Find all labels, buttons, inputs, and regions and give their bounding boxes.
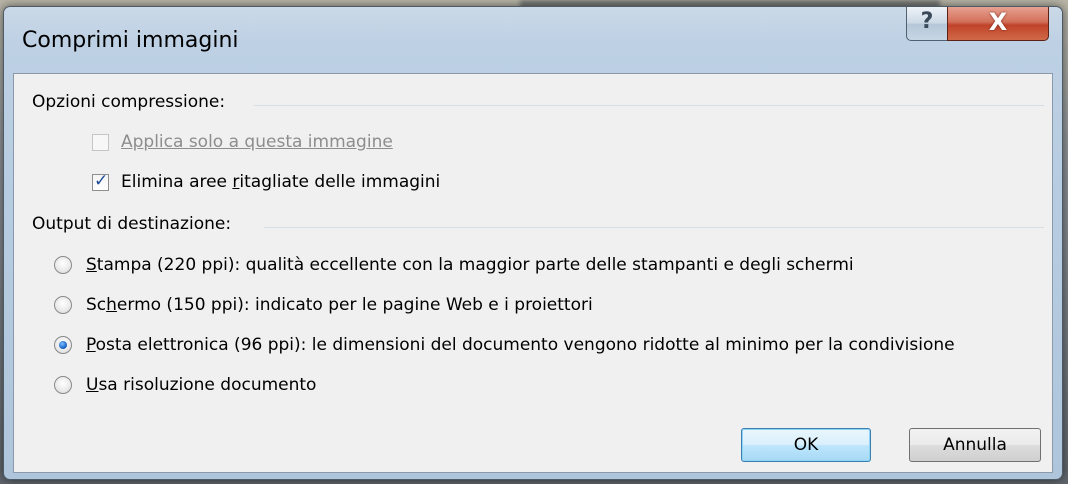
- help-button[interactable]: ?: [906, 7, 948, 41]
- delete-cropped-areas-label[interactable]: Elimina aree ritagliate delle immagini: [121, 172, 440, 192]
- compression-options-label: Opzioni compressione:: [32, 92, 234, 112]
- print-text: tampa (220 ppi): qualità eccellente con …: [96, 255, 854, 275]
- print-label[interactable]: Stampa (220 ppi): qualità eccellente con…: [86, 255, 854, 275]
- target-output-label: Output di destinazione:: [32, 214, 240, 234]
- radio-selected-dot: [59, 341, 67, 349]
- email-radio[interactable]: [54, 336, 72, 354]
- email-label[interactable]: Posta elettronica (96 ppi): le dimension…: [86, 335, 955, 355]
- delete-cropped-areas-checkbox[interactable]: ✓: [92, 170, 109, 191]
- apply-only-this-picture-label: Applica solo a questa immagine: [121, 132, 393, 152]
- screen-label[interactable]: Schermo (150 ppi): indicato per le pagin…: [86, 295, 593, 315]
- dialog-client-area: Opzioni compressione: Applica solo a que…: [13, 73, 1053, 473]
- print-access-key: S: [86, 255, 97, 275]
- apply-only-this-picture-option: Applica solo a questa immagine: [92, 132, 393, 152]
- screen-text: ermo (150 ppi): indicato per le pagine W…: [116, 295, 593, 315]
- output-option-screen[interactable]: Schermo (150 ppi): indicato per le pagin…: [54, 295, 593, 315]
- apply-only-this-picture-text: Applica solo a questa immagine: [121, 132, 393, 152]
- ok-button[interactable]: OK: [741, 428, 871, 462]
- checkmark-icon: ✓: [94, 170, 109, 191]
- help-icon: ?: [920, 9, 934, 34]
- screen-text-prefix: Sc: [86, 295, 107, 315]
- dialog-title: Comprimi immagini: [22, 28, 239, 53]
- delete-cropped-label-part1: Elimina aree: [121, 172, 233, 192]
- output-option-document-resolution[interactable]: Usa risoluzione documento: [54, 375, 316, 395]
- document-resolution-radio[interactable]: [54, 376, 72, 394]
- group-divider-compression: [254, 105, 1044, 106]
- email-access-key: P: [86, 335, 96, 355]
- delete-cropped-areas-option[interactable]: ✓ Elimina aree ritagliate delle immagini: [92, 170, 440, 192]
- group-divider-output: [264, 227, 1044, 228]
- email-text: osta elettronica (96 ppi): le dimensioni…: [95, 335, 955, 355]
- screen-radio[interactable]: [54, 296, 72, 314]
- compress-pictures-dialog: Comprimi immagini ? X Opzioni compressio…: [3, 6, 1063, 480]
- document-resolution-access-key: U: [86, 375, 99, 395]
- close-button[interactable]: X: [947, 7, 1049, 41]
- apply-only-this-picture-checkbox: [92, 133, 109, 151]
- delete-cropped-label-part2: itagliate delle immagini: [239, 172, 441, 192]
- print-radio[interactable]: [54, 256, 72, 274]
- title-bar[interactable]: Comprimi immagini ? X: [4, 7, 1062, 71]
- screen-access-key: h: [106, 295, 117, 315]
- output-option-print[interactable]: Stampa (220 ppi): qualità eccellente con…: [54, 255, 854, 275]
- output-option-email[interactable]: Posta elettronica (96 ppi): le dimension…: [54, 335, 955, 355]
- document-resolution-text: sa risoluzione documento: [98, 375, 317, 395]
- cancel-button[interactable]: Annulla: [909, 428, 1041, 462]
- document-resolution-label[interactable]: Usa risoluzione documento: [86, 375, 316, 395]
- close-icon: X: [988, 8, 1008, 36]
